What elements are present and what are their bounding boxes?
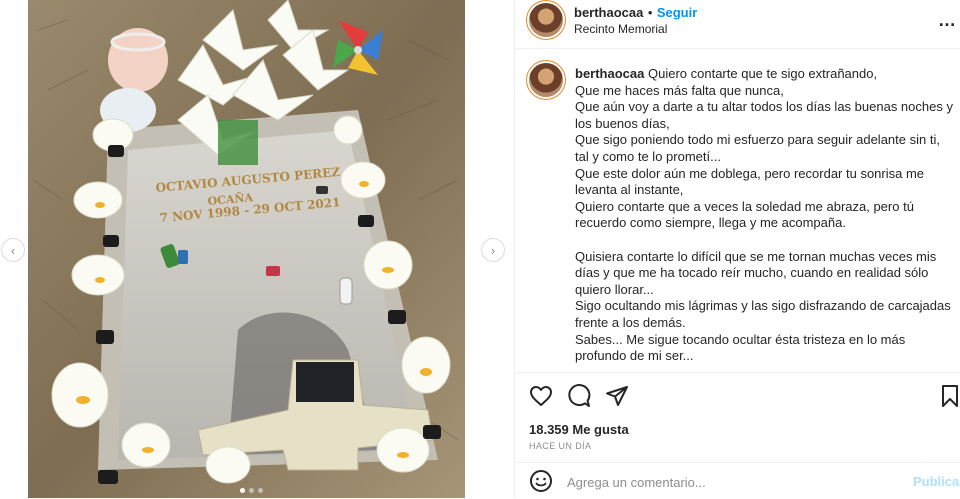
like-button[interactable] [529, 384, 553, 413]
comment-input[interactable] [565, 471, 889, 493]
follow-button[interactable]: Seguir [657, 5, 697, 20]
bookmark-icon [942, 385, 958, 407]
caption-line: Que aún voy a darte a tu altar todos los… [575, 99, 953, 131]
heart-icon [530, 386, 552, 406]
next-photo-button[interactable]: › [481, 238, 505, 262]
save-button[interactable] [939, 384, 960, 413]
chevron-right-icon: › [490, 242, 496, 258]
publish-button[interactable]: Publicar [913, 474, 960, 489]
caption-line: Quisiera contarte lo difícil que se me t… [575, 248, 937, 297]
location-link[interactable]: Recinto Memorial [574, 22, 667, 36]
carousel-dot [249, 488, 254, 493]
post-header: berthaocaa • Seguir Recinto Memorial … [515, 0, 960, 49]
post-photo[interactable]: OCTAVIO AUGUSTO PEREZ OCAÑA 7 NOV 1998 -… [28, 0, 465, 498]
carousel-dot [240, 488, 245, 493]
separator-dot: • [647, 5, 653, 20]
caption-line: Sigo ocultando mis lágrimas y las sigo d… [575, 298, 951, 330]
more-options-button[interactable]: … [938, 10, 957, 31]
comment-bar: Publicar [515, 462, 960, 499]
previous-photo-button[interactable]: ‹ [1, 238, 25, 262]
emoji-icon [530, 470, 552, 492]
likes-count[interactable]: 18.359 Me gusta [529, 422, 629, 437]
caption-username[interactable]: berthaocaa [575, 66, 644, 81]
comment-button[interactable] [567, 384, 591, 413]
caption-avatar[interactable] [529, 63, 563, 97]
avatar[interactable] [529, 3, 563, 37]
post-date[interactable]: HACE UN DÍA [529, 441, 591, 451]
comment-icon [568, 384, 591, 407]
caption-text: berthaocaa Quiero contarte que te sigo e… [575, 66, 955, 365]
actions-bar [515, 372, 960, 373]
header-username[interactable]: berthaocaa [574, 5, 643, 20]
caption-line: Que este dolor aún me doblega, pero reco… [575, 165, 925, 198]
header-title-row: berthaocaa • Seguir [574, 4, 697, 22]
caption-line: Que me haces más falta que nunca, [575, 82, 784, 98]
share-button[interactable] [605, 384, 629, 413]
carousel-dot [258, 488, 263, 493]
caption-line: Quiero contarte que te sigo extrañando, [648, 66, 878, 81]
post-side-panel: berthaocaa • Seguir Recinto Memorial … b… [514, 0, 960, 498]
memorial-photo: OCTAVIO AUGUSTO PEREZ OCAÑA 7 NOV 1998 -… [28, 0, 465, 498]
chevron-left-icon: ‹ [10, 242, 16, 258]
emoji-button[interactable] [529, 469, 553, 498]
caption-line: Sabes... Me sigue tocando ocultar ésta t… [575, 331, 906, 364]
send-icon [606, 386, 628, 406]
more-horizontal-icon: … [938, 10, 957, 30]
carousel-indicator [240, 488, 263, 493]
caption-line: Quiero contarte que a veces la soledad m… [575, 198, 914, 231]
caption-line: Que sigo poniendo todo mi esfuerzo para … [575, 132, 940, 164]
